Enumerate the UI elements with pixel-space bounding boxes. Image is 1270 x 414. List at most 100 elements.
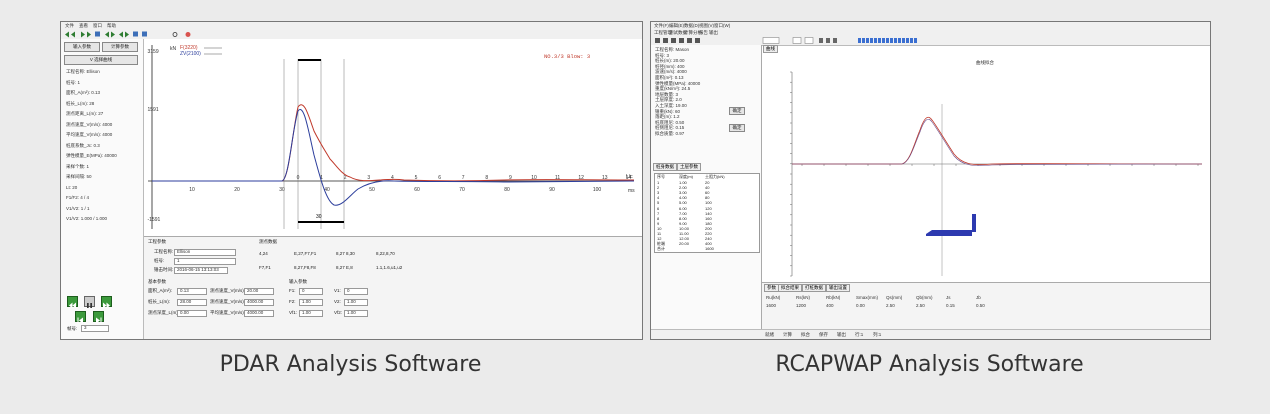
pdar-calc-params-button[interactable]: 计算参数 (102, 42, 138, 52)
rcapwap-bottom-tab[interactable]: 输出设置 (826, 284, 850, 292)
result-header: Qb(mm) (916, 295, 933, 300)
x-tick-label: 70 (459, 187, 465, 193)
pdar-basic-input[interactable]: 4000.00 (244, 299, 274, 306)
param-row: V1/V2: 1.000 / 1.000 (66, 216, 108, 221)
result-value: 0.15 (946, 303, 955, 308)
pdar-chart[interactable]: 31591591-1591kN F(3220)ZV(2100) NO.3/3 Blo… (144, 39, 642, 236)
rcapwap-soil-table[interactable]: 序号 深度(m) 土阻力(kN) 1 1.00 20 2 2.00 40 3 3.00 60 4 4.00… (654, 173, 760, 253)
pdar-input-value: 1.00 (302, 299, 311, 304)
pdar-radio[interactable]: 8,27,F8,F8 (294, 265, 316, 270)
pdar-window: 文件 查看 窗口 帮助 输入参数 计算参数 V 选择曲线 工程名称: Ellis… (60, 21, 643, 340)
pdar-basic-label: 平均速度_V(m/s): (210, 310, 245, 315)
result-header: Smax(mm) (856, 295, 878, 300)
pdar-rewind-button[interactable] (67, 296, 78, 309)
pdar-input-field[interactable]: 0 (344, 288, 368, 295)
pdar-radio[interactable]: 4,24 (259, 251, 268, 256)
pdar-input-value: 0 (302, 288, 305, 293)
rcapwap-tab-soil[interactable]: 土层参数 (677, 163, 701, 171)
pdar-basic-value: 20.00 (247, 288, 259, 293)
rcapwap-chart[interactable]: 曲线拟合 (762, 54, 1208, 282)
rcapwap-bottom-tab[interactable]: 参数 (764, 284, 779, 292)
chart-title: 曲线拟合 (976, 59, 994, 66)
result-value: 2.50 (916, 303, 925, 308)
pdar-field-input[interactable]: 1 (174, 258, 236, 265)
lc-tick-label: 7 (462, 175, 465, 181)
pdar-form-panel: 工程参数 工程名称: Ellison 桩号: 1 锤击时间: 2016-06-1… (144, 236, 642, 339)
pdar-menu-view[interactable]: 查看 (79, 23, 88, 29)
pdar-basic-input[interactable]: 0.13 (177, 288, 207, 295)
pdar-last-button[interactable] (93, 311, 104, 324)
pdar-first-button[interactable] (75, 311, 86, 324)
rcapwap-tab-curve[interactable]: 曲线 (763, 45, 778, 53)
rcapwap-bottom-tab[interactable]: 拟合结果 (778, 284, 802, 292)
result-header: Qs(mm) (886, 295, 903, 300)
x-tick-label: 20 (234, 187, 240, 193)
pdar-basic-label: 测点深度_L(m): (148, 310, 180, 315)
y-tick-label: -1591 (148, 217, 161, 223)
pdar-input-field[interactable]: 0 (299, 288, 323, 295)
pdar-basic-input[interactable]: 28.00 (177, 299, 207, 306)
velocity-curve (152, 109, 635, 206)
rcapwap-bottom-panel: 参数 拟合结果 打桩数据 输出设置 Ru(kN) 1600 Rs(kN) 1200 Rb… (762, 282, 1210, 330)
param-row: 桩号: 1 (66, 79, 81, 85)
measured-curve (792, 116, 1203, 166)
rcapwap-toolbar-icons[interactable] (653, 36, 953, 45)
pdar-input-field[interactable]: 1.00 (299, 310, 323, 317)
pdar-input-field[interactable]: 1.00 (344, 299, 368, 306)
pdar-field-label: 工程名称: (154, 249, 174, 254)
rcapwap-bottom-tab[interactable]: 打桩数据 (802, 284, 826, 292)
rcapwap-param-list: 工程名称: Mason 桩号: 3 桩长(m): 20.00 桩径(mm): 4… (655, 47, 700, 137)
pdar-input-value: 1.00 (347, 310, 356, 315)
pdar-frame-input[interactable]: 3 (81, 325, 109, 332)
pdar-menu-help[interactable]: 帮助 (107, 23, 116, 29)
status-item: 保存 (819, 332, 828, 337)
pdar-select-curve-button[interactable]: V 选择曲线 (64, 55, 138, 65)
y-tick-label: 3159 (148, 49, 159, 55)
pdar-basic-value: 4000.00 (247, 299, 264, 304)
pdar-pause-button[interactable] (84, 296, 95, 308)
pdar-field-input[interactable]: 2016-06-15 13:13:03 (174, 267, 228, 274)
pdar-input-label: F1: (289, 288, 296, 293)
lc-tick-label: 4 (391, 175, 394, 181)
pdar-basic-value: 0.00 (180, 310, 189, 315)
x-tick-label: 90 (549, 187, 555, 193)
pdar-radio[interactable]: 8,27 8,30 (336, 251, 355, 256)
result-header: Rs(kN) (796, 295, 810, 300)
pdar-radio[interactable]: E,27,F7,F1 (294, 251, 316, 256)
pdar-basic-value: 0.13 (180, 288, 189, 293)
pdar-left-panel: 输入参数 计算参数 V 选择曲线 工程名称: Ellison 桩号: 1 面积_… (61, 39, 144, 339)
pdar-input-params-button[interactable]: 输入参数 (64, 42, 100, 52)
caption-pdar: PDAR Analysis Software (219, 352, 482, 377)
pdar-field-input[interactable]: Ellison (174, 249, 236, 256)
param-row: V1/V2: 1 / 1 (66, 205, 90, 211)
rcapwap-confirm-b[interactable]: 确定 (729, 124, 745, 132)
pdar-basic-input[interactable]: 0.00 (177, 310, 207, 317)
table-cell: 1600 (705, 246, 714, 252)
pdar-radio[interactable]: 1.1,1.6,u1,u2 (376, 265, 402, 270)
pdar-field-value: 2016-06-15 13:13:03 (177, 267, 219, 272)
pdar-group-channels: 测点数据 (259, 239, 277, 244)
pdar-menu-window[interactable]: 窗口 (93, 23, 102, 29)
pdar-radio[interactable]: 8,22,8,70 (376, 251, 395, 256)
x-tick-label: 10 (189, 187, 195, 193)
result-value: 1200 (796, 303, 807, 308)
pdar-forward-button[interactable] (101, 296, 112, 309)
pdar-radio[interactable]: 8,27 E,8 (336, 265, 353, 270)
pdar-input-label: Vf2: (334, 310, 343, 315)
pdar-basic-input[interactable]: 20.00 (244, 288, 274, 295)
status-item: 行:1 (855, 332, 864, 337)
pdar-menu-file[interactable]: 文件 (65, 23, 74, 29)
pdar-basic-label: 测点速度_V(m/s): (210, 288, 245, 293)
y-tick-label: 1591 (148, 107, 159, 113)
pdar-input-field[interactable]: 1.00 (344, 310, 368, 317)
pdar-input-field[interactable]: 1.00 (299, 299, 323, 306)
rcapwap-confirm-a[interactable]: 确定 (729, 107, 745, 115)
rcapwap-tab-pile[interactable]: 桩身数据 (653, 163, 677, 171)
pdar-group-inputs: 输入参数 (289, 279, 307, 284)
pdar-group-basic: 基本参数 (148, 279, 166, 284)
table-cell: 合计 (657, 246, 665, 252)
pdar-radio[interactable]: F7,F1 (259, 265, 271, 270)
pdar-toolbar-icons[interactable] (63, 30, 203, 39)
pdar-basic-input[interactable]: 4000.00 (244, 310, 274, 317)
lc-tick-label: 6 (438, 175, 441, 181)
